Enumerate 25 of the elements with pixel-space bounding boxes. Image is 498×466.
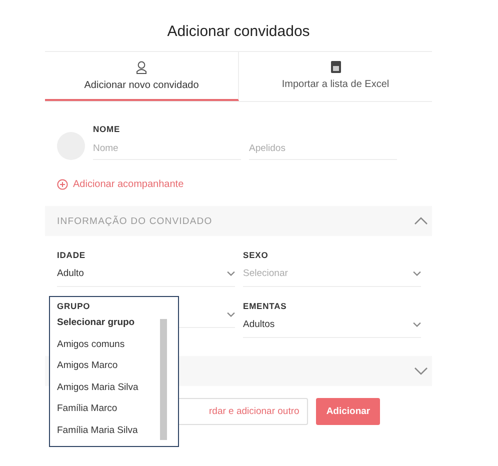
tab[interactable]: Importar a lista de Excel [239, 52, 432, 101]
section-title: INFORMAÇÃO DO CONVIDADO [57, 216, 212, 226]
dropdown-option[interactable]: Amigos Maria Silva [57, 380, 178, 401]
field-label: NOME [93, 124, 122, 134]
scrollbar[interactable] [160, 319, 167, 440]
chevron-icon [227, 270, 235, 276]
person-icon [136, 61, 147, 74]
dialog-title: Adicionar convidados [166, 22, 311, 42]
input-field[interactable]: Apelidos [249, 141, 397, 160]
field-label: GRUPO [57, 301, 92, 311]
tab[interactable]: Adicionar novo convidado [45, 52, 239, 101]
select-field[interactable]: Adulto [57, 267, 235, 287]
select-field[interactable]: Adultos [243, 318, 421, 338]
chevron-icon [227, 312, 235, 316]
chevron-icon [413, 322, 421, 326]
chevron-icon [413, 270, 421, 276]
dropdown-option[interactable]: Amigos comuns [57, 336, 178, 358]
field-label: EMENTAS [243, 301, 288, 311]
plus-circle-icon [57, 179, 68, 190]
field-label: SEXO [243, 250, 270, 260]
dropdown-option[interactable]: Família Maria Silva [57, 422, 178, 444]
dropdown-option[interactable]: Amigos Marco [57, 358, 178, 380]
field-label: IDADE [57, 250, 86, 260]
spreadsheet-icon [330, 61, 340, 73]
dropdown-option[interactable]: Selecionar grupo [57, 315, 178, 336]
